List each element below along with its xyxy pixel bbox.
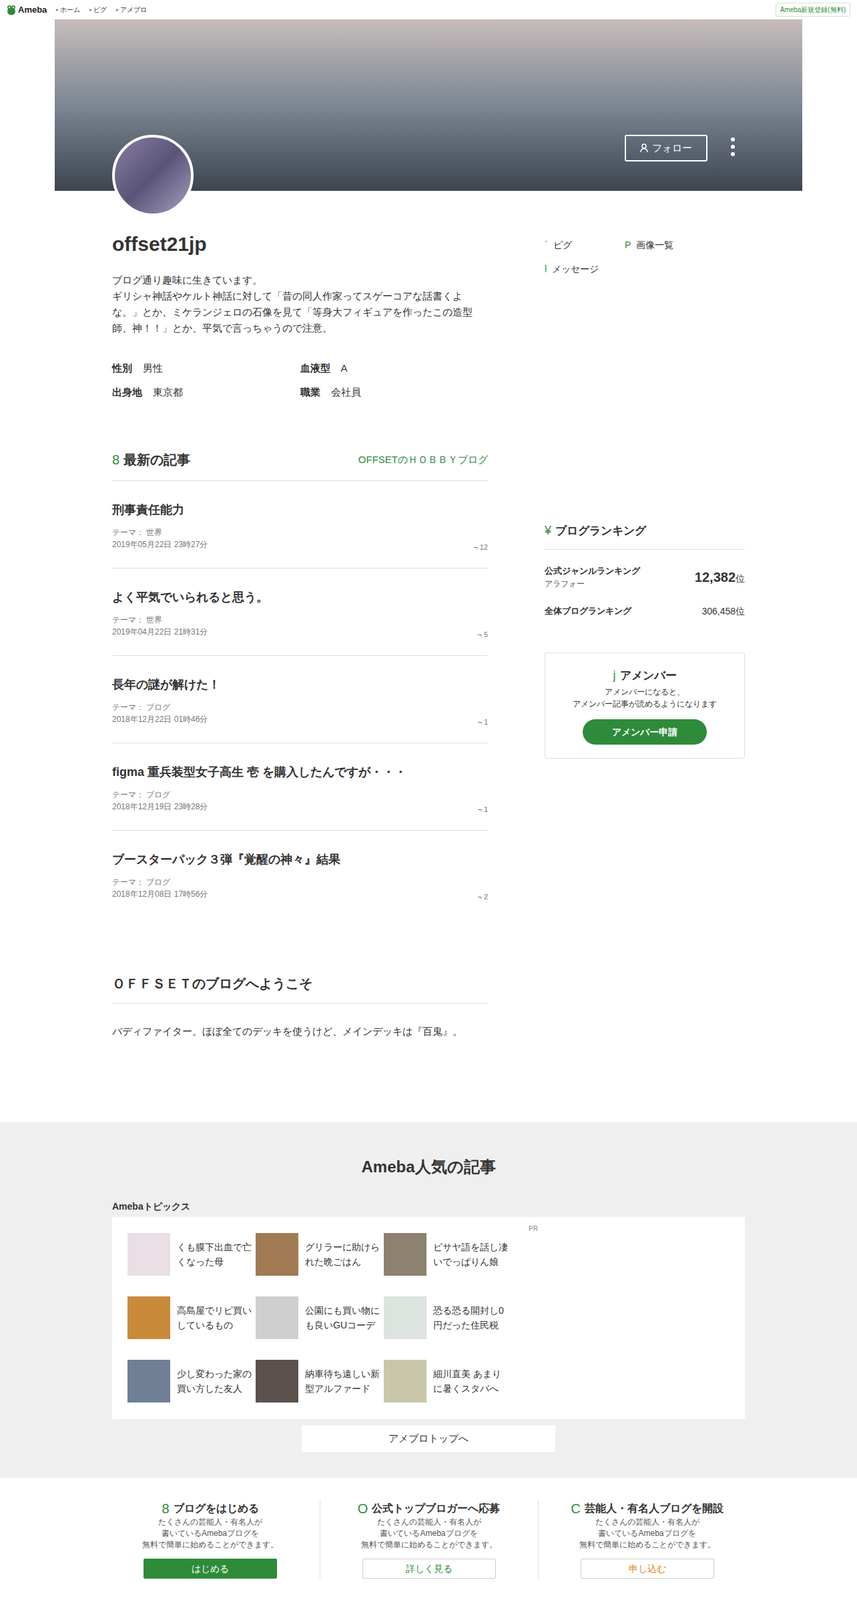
side-menu-item[interactable]: P画像一覧	[624, 237, 705, 253]
comment-count: ¬ 1	[477, 800, 488, 816]
profile-header: フォロー	[54, 19, 803, 191]
footer-icon: 8	[161, 1501, 169, 1518]
article-row[interactable]: 刑事責任能力テーマ： 世界2019年05月22日 23時27分¬ 12	[112, 481, 488, 569]
article-row[interactable]: figma 重兵装型女子高生 壱 を購入したんですが・・・テーマ： ブログ201…	[112, 743, 488, 831]
topic-item[interactable]: 細川直美 あまりに暑くスタバへ	[383, 1360, 512, 1403]
article-row[interactable]: 長年の謎が解けた！テーマ： ブログ2018年12月22日 01時46分¬ 1	[112, 656, 488, 744]
topic-thumbnail	[127, 1296, 171, 1340]
blog-ranking: ¥ブログランキング公式ジャンルランキングアラフォー12,382位全体ブログランキ…	[544, 521, 745, 620]
page: Ameba ▸ホーム ▸ピグ ▸アメブロ Ameba新規登録(無料) フォロー offset…	[0, 0, 857, 1600]
topic-item[interactable]: 恐る恐る開封し0円だった住民税	[383, 1296, 512, 1340]
follow-icon	[640, 143, 649, 153]
avatar[interactable]	[112, 134, 194, 217]
frog-icon	[6, 4, 17, 16]
footer-column: O公式トップブロガーへ応募たくさんの芸能人・有名人が書いているAmebaブログを…	[319, 1501, 538, 1580]
topic-thumbnail	[383, 1233, 427, 1277]
footer-column: C芸能人・有名人ブログを開設たくさんの芸能人・有名人が書いているAmebaブログ…	[537, 1501, 757, 1580]
footer-column: 8ブログをはじめるたくさんの芸能人・有名人が書いているAmebaブログを無料で簡…	[101, 1501, 320, 1580]
topic-item[interactable]: 少し変わった家の買い方した友人	[127, 1360, 256, 1403]
pr-label: PR	[528, 1224, 538, 1235]
amember-icon: j	[613, 666, 617, 685]
profile-field: 性別男性	[112, 360, 301, 377]
ameba-logo[interactable]: Ameba	[6, 3, 47, 17]
topic-thumbnail	[127, 1233, 171, 1277]
article-row[interactable]: ブースターパック３弾『覚醒の神々』結果テーマ： ブログ2018年12月08日 1…	[112, 830, 488, 918]
comment-count: ¬ 2	[477, 888, 488, 904]
register-button[interactable]: Ameba新規登録(無料)	[775, 2, 851, 17]
amember-box: jアメンバーアメンバーになると、アメンバー記事が読めるようになりますアメンバー申…	[544, 652, 745, 759]
footer-button[interactable]: 申し込む	[580, 1559, 715, 1580]
bio: ブログ通り趣味に生きています。ギリシャ神話やケルト神話に対して「昔の同人作家って…	[112, 272, 488, 337]
side-menu: `ピグP画像一覧 lメッセージ	[544, 237, 705, 277]
footer-button[interactable]: 詳しく見る	[362, 1559, 496, 1580]
footer-icon: O	[357, 1501, 369, 1518]
profile-fields: 性別男性血液型A 出身地東京都職業会社員	[112, 360, 488, 401]
profile-field: 血液型A	[300, 360, 489, 377]
comment-count: ¬ 12	[473, 538, 488, 554]
more-menu-icon[interactable]	[728, 137, 737, 157]
side-menu-item[interactable]: `ピグ	[544, 237, 625, 253]
ranking-icon: ¥	[544, 521, 552, 540]
content: offset21jp ブログ通り趣味に生きています。ギリシャ神話やケルト神話に対し…	[112, 190, 745, 1123]
topic-thumbnail	[383, 1360, 427, 1403]
nav-link[interactable]: ▸アメブロ	[116, 4, 147, 15]
popular-section: Ameba人気の記事AmebaトピックスPRくも膜下出血で亡くなった母グリラーに…	[0, 1122, 857, 1479]
latest-articles: 8最新の記事OFFSETのＨＯＢＢＹブログ刑事責任能力テーマ： 世界2019年0…	[112, 449, 488, 918]
topic-thumbnail	[255, 1296, 299, 1340]
topics-box: PR くも膜下出血で亡くなった母グリラーに助けられた晩ごはんビサヤ語を話し凄いでっ…	[112, 1217, 745, 1420]
top-bar: Ameba ▸ホーム ▸ピグ ▸アメブロ Ameba新規登録(無料)	[0, 0, 857, 20]
welcome-section: ＯＦＦＳＥＴのブログへようこそバディファイター。ほぼ全てのデッキを使うけど、メイ…	[112, 973, 488, 1040]
ranking-row: 全体ブログランキング306,458位	[544, 603, 745, 620]
topic-thumbnail	[383, 1296, 427, 1340]
user-name: offset21jp	[112, 230, 488, 258]
comment-count: ¬ 5	[477, 626, 488, 641]
topic-item[interactable]: 高島屋でリピ買いしているもの	[127, 1296, 256, 1340]
side-column: `ピグP画像一覧 lメッセージ ¥ブログランキング公式ジャンルランキングアラフォー1…	[544, 190, 745, 1040]
main-column: offset21jp ブログ通り趣味に生きています。ギリシャ神話やケルト神話に対し…	[112, 190, 488, 1040]
amember-button[interactable]: アメンバー申請	[582, 719, 707, 745]
topic-item[interactable]: 納車待ち遠しい新型アルファード	[255, 1360, 384, 1403]
topic-item[interactable]: グリラーに助けられた晩ごはん	[255, 1233, 384, 1277]
footer: 8ブログをはじめるたくさんの芸能人・有名人が書いているAmebaブログを無料で簡…	[0, 1478, 857, 1588]
ranking-row: 公式ジャンルランキングアラフォー12,382位	[544, 564, 745, 591]
topic-item[interactable]: 公園にも買い物にも良いGUコーデ	[255, 1296, 384, 1340]
article-row[interactable]: よく平気でいられると思う。テーマ： 世界2019年04月22日 21時31分¬ …	[112, 568, 488, 657]
article-icon: 8	[112, 449, 120, 470]
ameblo-top-button[interactable]: アメブロトップへ	[301, 1425, 556, 1453]
topic-item[interactable]: ビサヤ語を話し凄いでっぱりん娘	[383, 1233, 512, 1277]
blog-link[interactable]: OFFSETのＨＯＢＢＹブログ	[358, 452, 488, 468]
side-menu-item[interactable]: lメッセージ	[544, 261, 625, 277]
footer-icon: C	[570, 1501, 581, 1518]
nav-link[interactable]: ▸ホーム	[56, 4, 81, 15]
topic-item[interactable]: くも膜下出血で亡くなった母	[127, 1233, 256, 1277]
profile-field: 出身地東京都	[112, 384, 301, 401]
follow-button[interactable]: フォロー	[624, 134, 708, 162]
profile-field: 職業会社員	[300, 384, 489, 401]
topic-thumbnail	[127, 1360, 171, 1403]
nav-link[interactable]: ▸ピグ	[89, 4, 107, 15]
comment-count: ¬ 1	[477, 713, 488, 729]
footer-button[interactable]: はじめる	[143, 1559, 277, 1580]
topic-thumbnail	[255, 1360, 299, 1403]
topic-thumbnail	[255, 1233, 299, 1277]
